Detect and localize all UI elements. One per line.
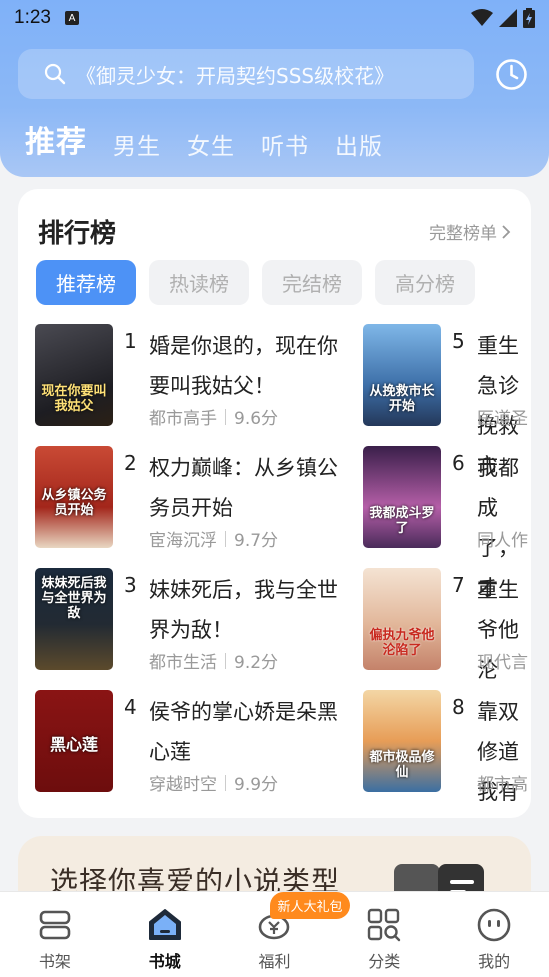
book-item[interactable]: 偏执九爷他沦陷了 7 重生爷他沦 现代言 bbox=[363, 568, 531, 682]
book-score: 9.6分 bbox=[234, 409, 279, 429]
book-rank: 2 bbox=[124, 451, 137, 475]
book-rank: 4 bbox=[124, 695, 137, 719]
tab-recommend[interactable]: 推荐 bbox=[25, 117, 87, 161]
book-item[interactable]: 从乡镇公务员开始 2 权力巅峰：从乡镇公务员开始 宦海沉浮 9.7分 bbox=[35, 446, 355, 551]
status-time: 1:23 bbox=[14, 7, 51, 28]
book-meta: 都市高手 9.6分 bbox=[149, 404, 278, 429]
tab-female[interactable]: 女生 bbox=[187, 127, 235, 161]
book-rank: 7 bbox=[452, 573, 465, 597]
book-genre: 同人作 bbox=[477, 531, 528, 551]
book-rank: 8 bbox=[452, 695, 465, 719]
search-placeholder: 《御灵少女：开局契约SSS级校花》 bbox=[76, 63, 395, 88]
book-meta: 现代言 bbox=[477, 648, 528, 673]
nav-profile[interactable]: 我的 bbox=[439, 892, 549, 977]
tab-audio[interactable]: 听书 bbox=[261, 127, 309, 161]
book-score: 9.9分 bbox=[234, 775, 279, 795]
category-grid-icon bbox=[368, 908, 401, 942]
book-meta: 都市高 bbox=[477, 770, 528, 795]
book-cover: 从挽救市长开始 bbox=[363, 324, 441, 426]
book-item[interactable]: 我都成斗罗了 6 我都成了，才 同人作 bbox=[363, 446, 531, 600]
book-title: 妹妹死后，我与全世界为敌！ bbox=[149, 578, 338, 642]
nav-label: 我的 bbox=[478, 952, 511, 971]
book-item[interactable]: 现在你要叫我姑父 1 婚是你退的，现在你要叫我姑父！ 都市高手 9.6分 bbox=[35, 324, 355, 429]
book-title: 婚是你退的，现在你要叫我姑父！ bbox=[149, 334, 338, 398]
chevron-right-icon bbox=[502, 224, 511, 239]
status-bar: 1:23 A bbox=[0, 0, 549, 36]
book-cover: 我都成斗罗了 bbox=[363, 446, 441, 548]
tab-male[interactable]: 男生 bbox=[113, 127, 161, 161]
bookshelf-icon bbox=[39, 910, 71, 940]
book-item[interactable]: 都市极品修仙 8 靠双修道我有 都市高 bbox=[363, 690, 531, 804]
book-cover: 现在你要叫我姑父 bbox=[35, 324, 113, 426]
nav-label: 书架 bbox=[38, 952, 71, 971]
book-rank: 3 bbox=[124, 573, 137, 597]
pill-hot[interactable]: 热读榜 bbox=[149, 260, 249, 305]
search-bar[interactable]: 《御灵少女：开局契约SSS级校花》 bbox=[18, 49, 474, 99]
book-rank: 6 bbox=[452, 451, 465, 475]
book-cover: 黑心莲 bbox=[35, 690, 113, 792]
search-icon bbox=[44, 63, 66, 85]
smiley-face-icon bbox=[477, 908, 511, 942]
pill-finished[interactable]: 完结榜 bbox=[262, 260, 362, 305]
ranking-pills: 推荐榜 热读榜 完结榜 高分榜 bbox=[36, 260, 475, 305]
book-cover: 妹妹死后我与全世界为敌 bbox=[35, 568, 113, 670]
new-user-gift-badge[interactable]: 新人大礼包 bbox=[270, 892, 350, 919]
nav-bookshelf[interactable]: 书架 bbox=[0, 892, 110, 977]
book-item[interactable]: 黑心莲 4 侯爷的掌心娇是朵黑心莲 穿越时空 9.9分 bbox=[35, 690, 355, 795]
pill-recommend[interactable]: 推荐榜 bbox=[36, 260, 136, 305]
book-meta: 穿越时空 9.9分 bbox=[149, 770, 278, 795]
nav-label: 书城 bbox=[148, 952, 181, 971]
book-meta: 都市生活 9.2分 bbox=[149, 648, 278, 673]
book-title: 权力巅峰：从乡镇公务员开始 bbox=[149, 456, 338, 520]
battery-icon bbox=[523, 8, 535, 28]
wifi-icon bbox=[471, 9, 493, 26]
book-genre: 宦海沉浮 bbox=[149, 531, 217, 551]
book-item[interactable]: 从挽救市长开始 5 重生急诊挽救市 医道圣 bbox=[363, 324, 531, 478]
signal-icon bbox=[499, 9, 517, 27]
book-score: 9.2分 bbox=[234, 653, 279, 673]
bookstore-icon bbox=[148, 909, 181, 940]
book-cover: 偏执九爷他沦陷了 bbox=[363, 568, 441, 670]
notification-icon: A bbox=[64, 11, 79, 25]
book-genre: 都市生活 bbox=[149, 653, 217, 673]
book-meta: 同人作 bbox=[477, 526, 528, 551]
full-ranking-link[interactable]: 完整榜单 bbox=[429, 219, 511, 244]
book-meta: 宦海沉浮 9.7分 bbox=[149, 526, 278, 551]
book-cover: 从乡镇公务员开始 bbox=[35, 446, 113, 548]
ranking-card: 排行榜 完整榜单 推荐榜 热读榜 完结榜 高分榜 现在你要叫我姑父 1 婚是你退… bbox=[18, 189, 531, 818]
nav-label: 福利 bbox=[258, 952, 291, 971]
book-score: 9.7分 bbox=[234, 531, 279, 551]
book-title: 侯爷的掌心娇是朵黑心莲 bbox=[149, 700, 338, 764]
tab-publish[interactable]: 出版 bbox=[335, 127, 383, 161]
book-item[interactable]: 妹妹死后我与全世界为敌 3 妹妹死后，我与全世界为敌！ 都市生活 9.2分 bbox=[35, 568, 355, 673]
clock-icon[interactable] bbox=[495, 58, 528, 91]
nav-label: 分类 bbox=[368, 952, 401, 971]
book-meta: 医道圣 bbox=[477, 404, 528, 429]
pill-highscore[interactable]: 高分榜 bbox=[375, 260, 475, 305]
category-tabs: 推荐 男生 女生 听书 出版 bbox=[25, 117, 383, 161]
book-cover: 都市极品修仙 bbox=[363, 690, 441, 792]
ranking-title: 排行榜 bbox=[38, 219, 117, 249]
full-ranking-label: 完整榜单 bbox=[429, 224, 497, 244]
book-genre: 医道圣 bbox=[477, 409, 528, 429]
book-rank: 5 bbox=[452, 329, 465, 353]
book-genre: 穿越时空 bbox=[149, 775, 217, 795]
book-genre: 都市高手 bbox=[149, 409, 217, 429]
book-rank: 1 bbox=[124, 329, 137, 353]
nav-bookstore[interactable]: 书城 bbox=[110, 892, 220, 977]
book-genre: 都市高 bbox=[477, 775, 528, 795]
book-genre: 现代言 bbox=[477, 653, 528, 673]
